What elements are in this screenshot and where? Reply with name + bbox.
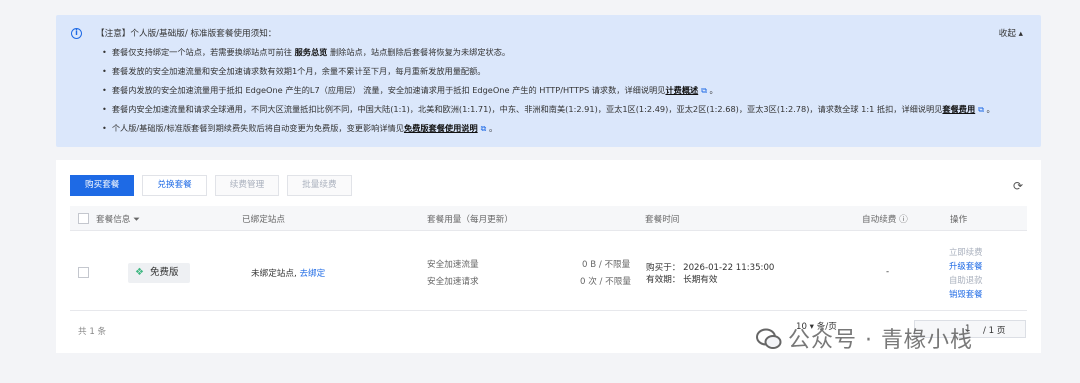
total-count: 共 1 条	[78, 327, 107, 337]
batch-renew-button[interactable]: 批量续费	[287, 175, 352, 196]
header-plan-info: 套餐信息 ⏷	[96, 215, 141, 225]
notice-item: 套餐发放的安全加速流量和安全加速请求数有效期1个月，余量不累计至下月，每月重新发…	[102, 65, 995, 84]
wechat-icon	[756, 328, 782, 349]
traffic-label: 安全加速流量	[427, 260, 479, 270]
watermark: 公众号 · 青椽小栈	[756, 322, 973, 354]
upgrade-plan-action[interactable]: 升级套餐	[949, 260, 983, 272]
destroy-plan-action[interactable]: 销毁套餐	[949, 288, 983, 300]
notice-item: 套餐仅支持绑定一个站点，若需要换绑站点可前往 服务总览 删除站点，站点删除后套餐…	[102, 46, 995, 65]
select-all-checkbox[interactable]	[78, 213, 89, 224]
buy-plan-button[interactable]: 购买套餐	[70, 175, 135, 196]
table-header: 套餐信息 ⏷ 已绑定站点 套餐用量（每月更新） 套餐时间 自动续费 ⓘ 操作	[70, 206, 1027, 231]
auto-renew-value: -	[886, 267, 890, 277]
billing-overview-link[interactable]: 计费概述	[665, 85, 698, 95]
notice-item: 个人版/基础版/标准版套餐到期续费失败后将自动变更为免费版，变更影响详情见免费版…	[102, 122, 995, 141]
notice-item: 套餐内安全加速流量和请求全球通用，不同大区流量抵扣比例不同，中国大陆(1:1)，…	[102, 103, 995, 122]
plan-badge: ❖ 免费版	[128, 263, 190, 283]
traffic-value: 0 B / 不限量	[582, 260, 631, 270]
header-actions: 操作	[950, 215, 968, 225]
request-value: 0 次 / 不限量	[580, 277, 631, 287]
validity: 有效期： 长期有效	[646, 275, 718, 285]
toolbar: 购买套餐 兑换套餐 续费管理 批量续费	[70, 175, 352, 196]
info-icon: i	[71, 28, 82, 39]
notice-panel: i 【注意】个人版/基础版/ 标准版套餐使用须知： 收起 ▴ 套餐仅支持绑定一个…	[56, 15, 1041, 147]
help-icon[interactable]: ⓘ	[899, 215, 908, 225]
external-link-icon[interactable]: ⧉	[978, 105, 984, 114]
free-plan-guide-link[interactable]: 免费版套餐使用说明	[404, 123, 478, 133]
row-checkbox[interactable]	[78, 267, 89, 278]
request-label: 安全加速请求	[427, 277, 479, 287]
header-auto-renew: 自动续费 ⓘ	[862, 215, 908, 225]
header-bound-site: 已绑定站点	[242, 215, 285, 225]
bind-site-link[interactable]: 去绑定	[299, 269, 325, 279]
renew-now-action[interactable]: 立即续费	[949, 246, 983, 258]
header-usage: 套餐用量（每月更新）	[427, 215, 513, 225]
leaf-icon: ❖	[135, 267, 144, 278]
plan-fees-link[interactable]: 套餐费用	[942, 104, 975, 114]
table-row: ❖ 免费版 未绑定站点, 去绑定 安全加速流量 0 B / 不限量 安全加速请求 …	[70, 233, 1027, 311]
notice-title: 【注意】个人版/基础版/ 标准版套餐使用须知：	[96, 29, 277, 39]
redeem-plan-button[interactable]: 兑换套餐	[142, 175, 207, 196]
filter-icon[interactable]: ⏷	[133, 215, 140, 225]
purchase-time: 购买于： 2026-01-22 11:35:00	[646, 263, 775, 273]
renew-manage-button[interactable]: 续费管理	[214, 175, 280, 196]
header-plan-time: 套餐时间	[645, 215, 680, 225]
external-link-icon[interactable]: ⧉	[481, 124, 487, 133]
notice-list: 套餐仅支持绑定一个站点，若需要换绑站点可前往 服务总览 删除站点，站点删除后套餐…	[102, 46, 995, 141]
refund-action[interactable]: 自助退款	[949, 274, 983, 286]
service-overview-link[interactable]: 服务总览	[295, 47, 328, 57]
notice-item: 套餐内发放的安全加速流量用于抵扣 EdgeOne 产生的L7（应用层） 流量，安…	[102, 84, 995, 103]
external-link-icon[interactable]: ⧉	[701, 86, 707, 95]
bound-site-cell: 未绑定站点, 去绑定	[251, 269, 326, 279]
collapse-button[interactable]: 收起 ▴	[999, 27, 1023, 39]
refresh-icon[interactable]: ⟳	[1013, 179, 1023, 193]
